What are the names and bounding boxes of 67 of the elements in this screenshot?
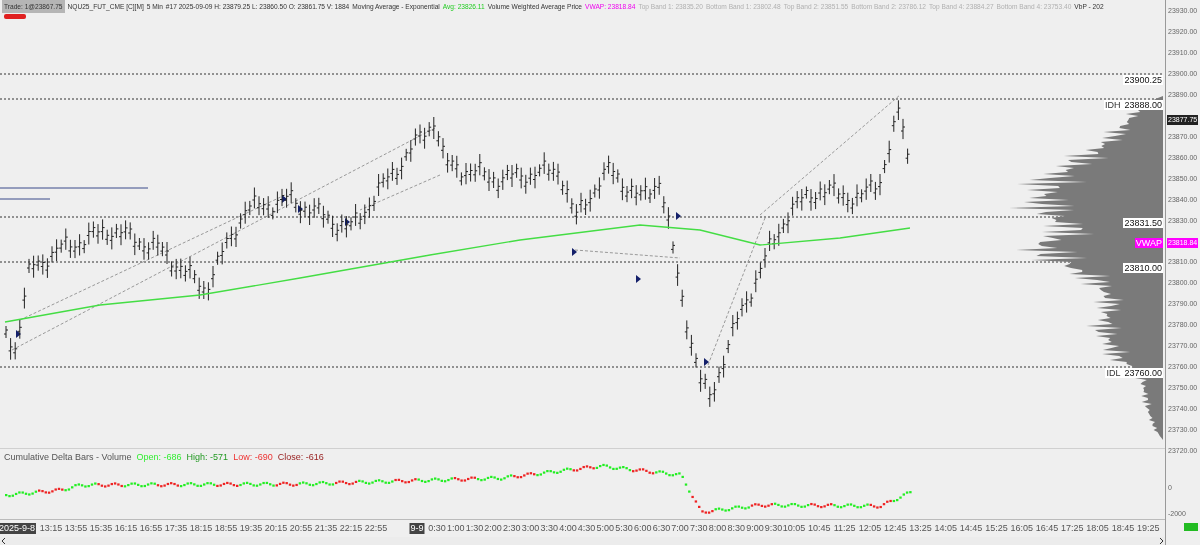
time-label: 10:45 xyxy=(808,523,831,535)
time-label: 19:35 xyxy=(239,523,263,535)
delta-label: Cumulative Delta Bars - Volume xyxy=(4,452,132,463)
time-label: 4:00 xyxy=(559,523,577,535)
time-label: 22:55 xyxy=(364,523,388,535)
time-label: 22:15 xyxy=(339,523,363,535)
vwap-label: VWAP xyxy=(1134,237,1163,248)
time-label: 9:00 xyxy=(746,523,764,535)
time-label: 3:00 xyxy=(521,523,540,535)
time-label: 17:25 xyxy=(1061,523,1084,535)
time-label: 12:05 xyxy=(858,523,882,535)
time-label: 13:55 xyxy=(64,523,88,535)
time-label: 9:30 xyxy=(764,523,783,535)
date-label: 2025-9-8 xyxy=(0,523,36,535)
chevron-right-icon[interactable] xyxy=(1159,537,1165,545)
time-label: 6:30 xyxy=(652,523,671,535)
time-label: 5:00 xyxy=(596,523,615,535)
time-label: 8:30 xyxy=(727,523,745,535)
horizontal-line xyxy=(0,198,51,200)
level-label: 23900.25 xyxy=(1123,74,1163,85)
time-label: 15:35 xyxy=(89,523,113,535)
delta-label: Low: -690 xyxy=(233,452,273,463)
time-label: 7:00 xyxy=(671,523,689,535)
time-label: 20:55 xyxy=(289,523,313,535)
time-label: 13:25 xyxy=(909,523,932,535)
time-label: 13:15 xyxy=(39,523,63,535)
time-label: 12:45 xyxy=(883,523,907,535)
time-label: 18:45 xyxy=(1111,523,1135,535)
time-label: 17:35 xyxy=(164,523,188,535)
date-label: 9-9 xyxy=(409,523,425,535)
time-label: 16:55 xyxy=(139,523,163,535)
time-label: 0:30 xyxy=(428,523,446,535)
chevron-left-icon[interactable] xyxy=(0,537,6,545)
time-label: 18:05 xyxy=(1086,523,1109,535)
time-label: 14:05 xyxy=(934,523,958,535)
time-label: 1:00 xyxy=(446,523,465,535)
time-label: 7:30 xyxy=(690,523,708,535)
delta-label: Open: -686 xyxy=(136,452,182,463)
status-indicator xyxy=(1184,523,1198,531)
time-label: 2:00 xyxy=(484,523,502,535)
level-label: 23831.50 xyxy=(1123,217,1163,228)
delta-label: High: -571 xyxy=(186,452,229,463)
level-label: IDL 23760.00 xyxy=(1105,367,1163,378)
level-label: IDH 23888.00 xyxy=(1103,99,1163,110)
time-label: 6:00 xyxy=(633,523,652,535)
time-label: 5:30 xyxy=(615,523,633,535)
time-label: 16:45 xyxy=(1035,523,1059,535)
marker-icon xyxy=(4,13,26,19)
time-label: 11:25 xyxy=(833,523,856,535)
time-label: 3:30 xyxy=(540,523,558,535)
time-label: 4:30 xyxy=(577,523,596,535)
time-label: 10:05 xyxy=(782,523,806,535)
time-label: 2:30 xyxy=(503,523,521,535)
scroll-bar[interactable] xyxy=(0,537,1165,545)
time-label: 18:15 xyxy=(189,523,213,535)
delta-label: Close: -616 xyxy=(277,452,324,463)
time-label: 18:55 xyxy=(214,523,238,535)
time-label: 1:30 xyxy=(465,523,484,535)
level-label: 23810.00 xyxy=(1123,262,1163,273)
time-label: 14:45 xyxy=(959,523,983,535)
time-label: 15:25 xyxy=(985,523,1008,535)
time-label: 16:15 xyxy=(114,523,138,535)
time-label: 20:15 xyxy=(264,523,288,535)
time-label: 19:25 xyxy=(1136,523,1160,535)
time-label: 8:00 xyxy=(708,523,727,535)
time-label: 21:35 xyxy=(314,523,338,535)
time-label: 16:05 xyxy=(1010,523,1033,535)
